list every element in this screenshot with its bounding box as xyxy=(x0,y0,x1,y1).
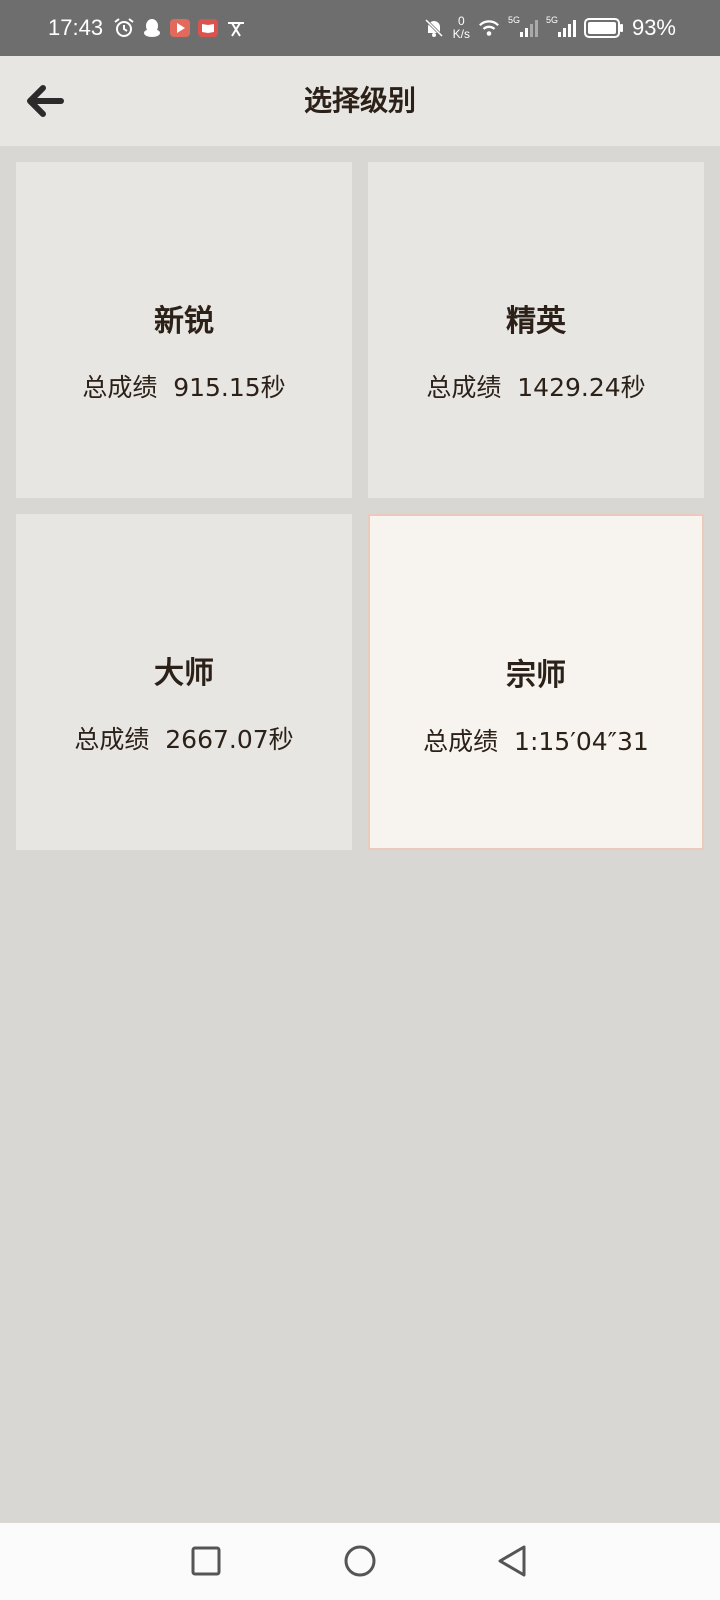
wifi-icon xyxy=(478,17,500,39)
alarm-icon xyxy=(113,17,135,39)
video-app-icon xyxy=(169,17,191,39)
arrow-left-icon xyxy=(25,84,65,118)
status-bar: 17:43 0 K/s 5G 5G 93% xyxy=(0,0,720,56)
battery-percent: 93% xyxy=(631,15,676,40)
reader-app-icon xyxy=(197,17,219,39)
level-score: 总成绩 2667.07秒 xyxy=(74,725,294,754)
system-nav-bar xyxy=(0,1523,720,1600)
bell-off-icon xyxy=(423,17,445,39)
back-nav-button[interactable] xyxy=(492,1541,532,1581)
level-card-zongshi[interactable]: 宗师 总成绩 1:15′04″31 xyxy=(368,514,704,850)
recents-square-icon xyxy=(190,1545,222,1577)
level-name: 大师 xyxy=(154,656,214,691)
page-title: 选择级别 xyxy=(303,84,416,117)
level-score: 总成绩 915.15秒 xyxy=(82,373,286,402)
status-right: 0 K/s 5G 5G 93% xyxy=(423,0,676,56)
translate-icon xyxy=(225,17,247,39)
signal1-label: 5G xyxy=(507,15,520,25)
level-name: 精英 xyxy=(506,304,566,339)
qq-icon xyxy=(141,17,163,39)
status-left: 17:43 xyxy=(48,0,247,56)
level-card-jingying[interactable]: 精英 总成绩 1429.24秒 xyxy=(368,162,704,498)
level-card-dashi[interactable]: 大师 总成绩 2667.07秒 xyxy=(16,514,352,850)
level-score: 总成绩 1429.24秒 xyxy=(426,373,646,402)
level-score: 总成绩 1:15′04″31 xyxy=(423,727,649,756)
recents-button[interactable] xyxy=(186,1541,226,1581)
battery-icon xyxy=(583,17,624,39)
signal2-label: 5G xyxy=(545,15,558,25)
level-name: 新锐 xyxy=(154,304,214,339)
back-triangle-icon xyxy=(496,1544,528,1578)
home-button[interactable] xyxy=(340,1541,380,1581)
level-card-xinrui[interactable]: 新锐 总成绩 915.15秒 xyxy=(16,162,352,498)
home-circle-icon xyxy=(343,1544,377,1578)
signal-icon: 5G xyxy=(507,15,538,39)
net-speed: 0 K/s xyxy=(453,15,470,41)
status-time: 17:43 xyxy=(48,15,104,40)
level-name: 宗师 xyxy=(506,658,566,693)
app-bar: 选择级别 xyxy=(0,56,720,146)
signal2-icon: 5G xyxy=(545,15,576,39)
net-speed-unit: K/s xyxy=(452,27,470,41)
back-button[interactable] xyxy=(20,78,70,124)
